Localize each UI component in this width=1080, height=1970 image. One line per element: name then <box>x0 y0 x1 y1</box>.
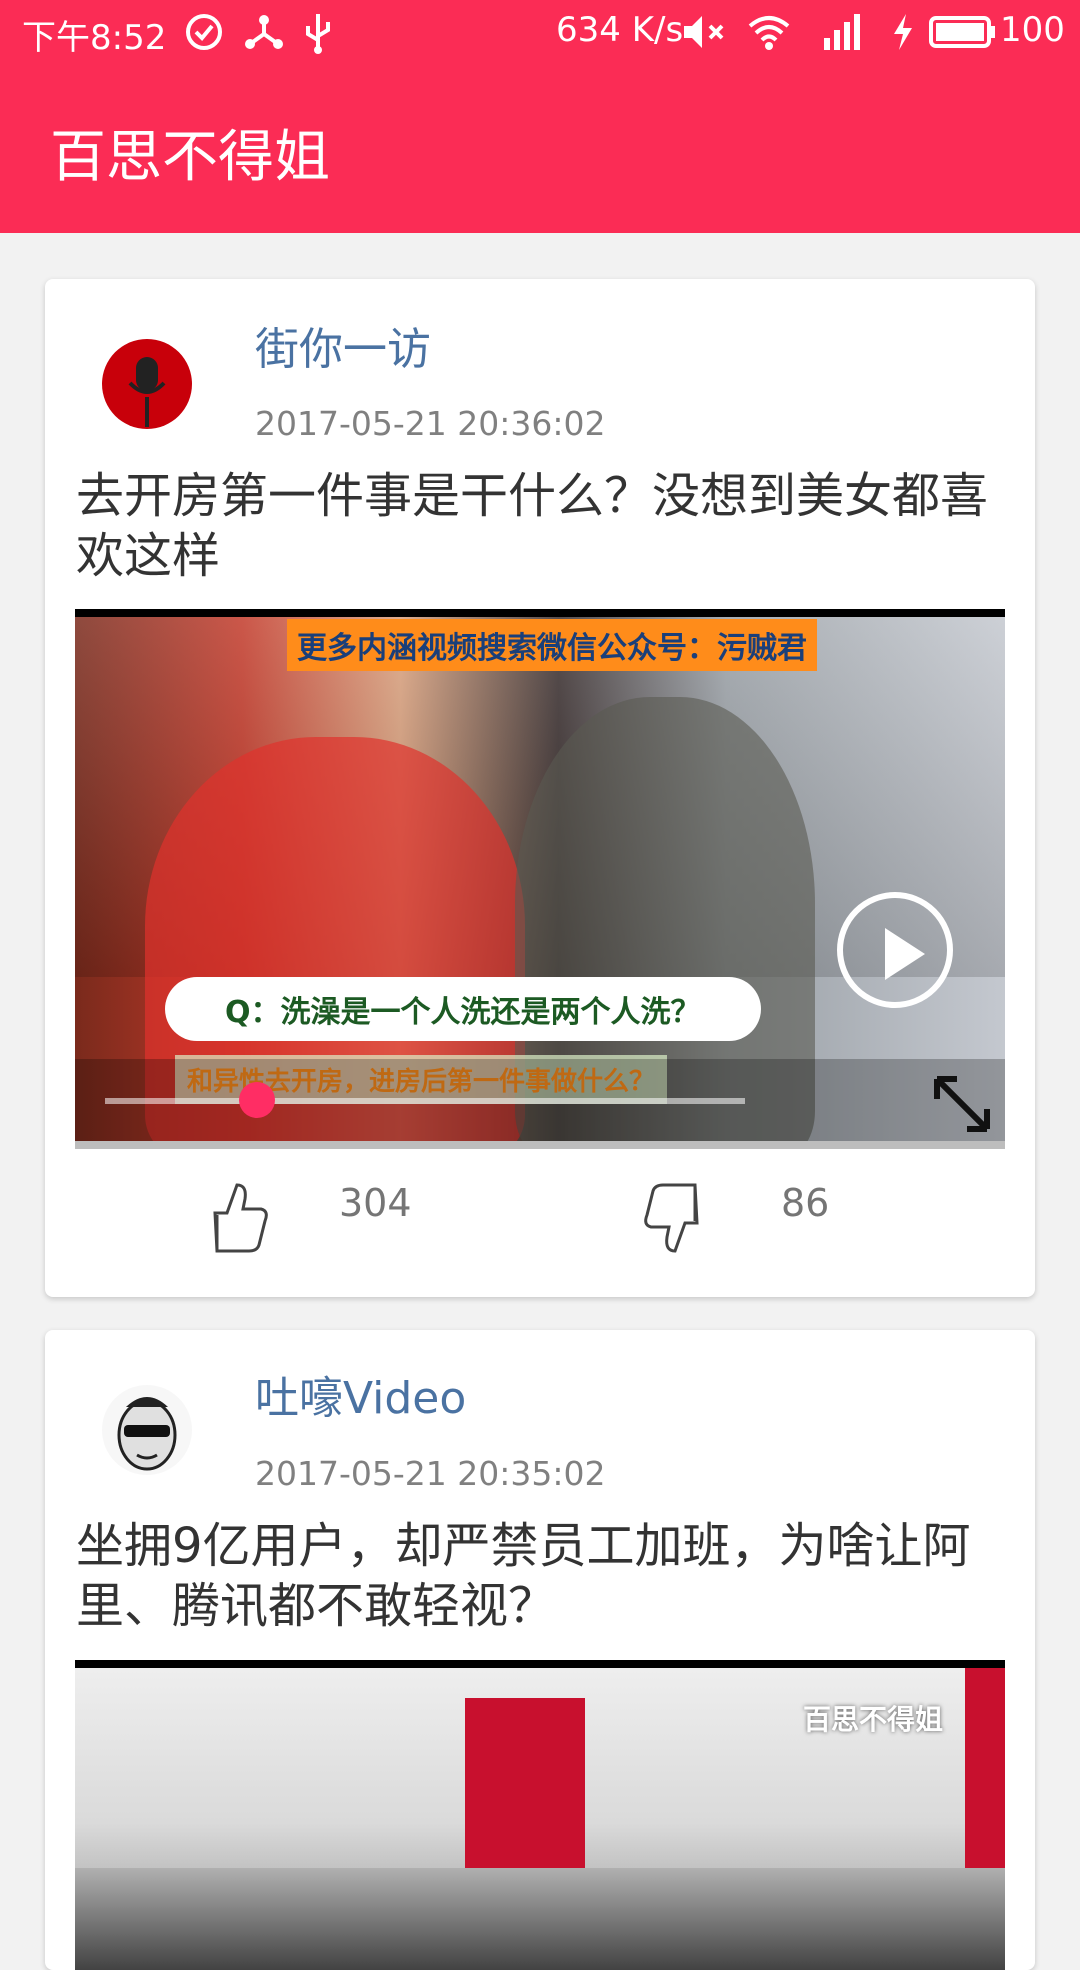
mute-icon <box>684 16 724 48</box>
post-title[interactable]: 去开房第一件事是干什么？没想到美女都喜欢这样 <box>76 466 1006 586</box>
post-card[interactable]: 吐嚎Video 2017-05-21 20:35:02 坐拥9亿用户，却严禁员工… <box>45 1330 1035 1970</box>
video-banner-text: 更多内涵视频搜索微信公众号：污贼君 <box>287 619 817 671</box>
battery-icon <box>929 16 995 48</box>
cartoon-face-icon <box>117 1397 177 1471</box>
app-title: 百思不得姐 <box>50 125 330 190</box>
author-avatar[interactable] <box>102 1385 192 1475</box>
check-circle-icon <box>186 14 222 50</box>
play-button[interactable] <box>837 892 953 1008</box>
fullscreen-icon[interactable] <box>927 1069 997 1139</box>
video-top-line <box>75 1660 1005 1668</box>
video-top-line <box>75 609 1005 617</box>
app-header: 下午8:52 634 K/s 100 百思不得姐 <box>0 0 1080 233</box>
seek-thumb[interactable] <box>239 1082 275 1118</box>
play-icon <box>885 928 925 980</box>
thumbs-up-icon[interactable] <box>195 1177 275 1257</box>
seek-bar[interactable] <box>105 1098 745 1104</box>
battery-level: 100 <box>1000 10 1065 50</box>
thumbs-down-icon[interactable] <box>637 1179 717 1259</box>
usb-icon <box>306 14 330 54</box>
author-name[interactable]: 吐嚎Video <box>255 1362 466 1426</box>
post-time: 2017-05-21 20:36:02 <box>255 404 606 443</box>
status-time: 下午8:52 <box>22 18 167 58</box>
status-bar: 下午8:52 634 K/s 100 <box>0 0 1080 68</box>
post-title[interactable]: 坐拥9亿用户，却严禁员工加班，为啥让阿里、腾讯都不敢轻视？ <box>76 1516 1006 1636</box>
video-progress-track <box>75 1141 1005 1149</box>
author-name[interactable]: 街你一访 <box>255 313 431 377</box>
signal-3g-icon <box>824 14 860 50</box>
video-player[interactable]: 百思不得姐 <box>75 1660 1005 1970</box>
like-count: 304 <box>339 1181 412 1225</box>
wifi-icon <box>748 16 790 50</box>
video-watermark: 百思不得姐 <box>803 1703 944 1736</box>
video-player[interactable]: 更多内涵视频搜索微信公众号：污贼君 Q：洗澡是一个人洗还是两个人洗？ 和异性去开… <box>75 609 1005 1149</box>
network-speed: 634 K/s <box>556 10 684 50</box>
post-time: 2017-05-21 20:35:02 <box>255 1454 606 1493</box>
charging-icon <box>894 14 912 50</box>
video-subtitle: Q：洗澡是一个人洗还是两个人洗？ <box>165 977 761 1041</box>
post-card[interactable]: 街你一访 2017-05-21 20:36:02 去开房第一件事是干什么？没想到… <box>45 279 1035 1297</box>
author-avatar[interactable] <box>102 339 192 429</box>
dislike-count: 86 <box>781 1181 830 1225</box>
video-controls <box>75 1059 1005 1149</box>
microphone-icon <box>128 357 166 427</box>
share-nodes-icon <box>245 15 283 49</box>
